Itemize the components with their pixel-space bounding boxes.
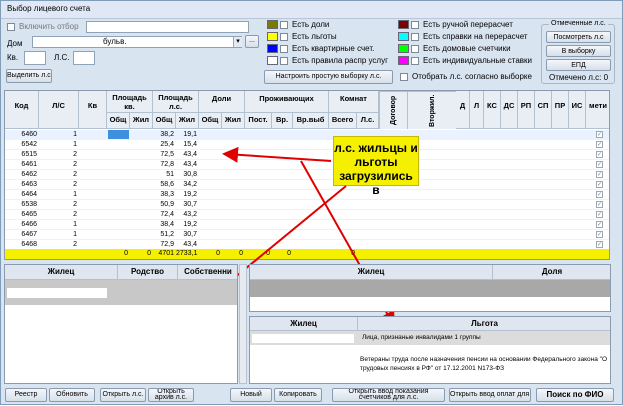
shares-panel: Жилец Доля [249, 264, 611, 312]
share-col-dolya[interactable]: Доля [493, 265, 610, 280]
benefit-text-1: Лица, признаные инвалидами 1 группы [362, 334, 481, 341]
window: Выбор лицевого счета Включить отбор Дом … [0, 0, 623, 405]
benefit-text-2: Ветераны труда после назначения пенсии н… [360, 356, 607, 372]
res-col-sobstv[interactable]: Собственни [178, 265, 237, 280]
open-payments-input-button[interactable]: Открыть ввод оплат для л.с. [449, 388, 531, 402]
splitter-scrollbar[interactable] [239, 264, 247, 384]
open-ls-button[interactable]: Открыть л.с. [100, 388, 146, 402]
residents-panel: Жилец Родство Собственни [4, 264, 238, 384]
ben-col-zhilec[interactable]: Жилец [250, 317, 358, 331]
resident-name [7, 288, 107, 298]
res-col-zhilec[interactable]: Жилец [5, 265, 118, 280]
refresh-button[interactable]: Обновить [49, 388, 95, 402]
new-button[interactable]: Новый [230, 388, 272, 402]
arrow-to-grid [222, 146, 332, 163]
reestr-button[interactable]: Реестр [5, 388, 47, 402]
benefit-name-1 [252, 334, 354, 343]
share-col-zhilec[interactable]: Жилец [250, 265, 493, 280]
copy-button[interactable]: Копировать [274, 388, 322, 402]
ben-col-lgota[interactable]: Льгота [358, 317, 610, 331]
res-col-rodstvo[interactable]: Родство [118, 265, 178, 280]
search-by-fio-button[interactable]: Поиск по ФИО [536, 388, 614, 402]
open-counters-input-button[interactable]: Открыть ввод показания счетчиков для л.с… [332, 388, 445, 402]
share-row[interactable] [250, 280, 610, 297]
benefits-panel: Жилец Льгота Лица, признаные инвалидами … [249, 316, 611, 384]
open-archive-button[interactable]: Открыть архив л.с. [148, 388, 194, 402]
